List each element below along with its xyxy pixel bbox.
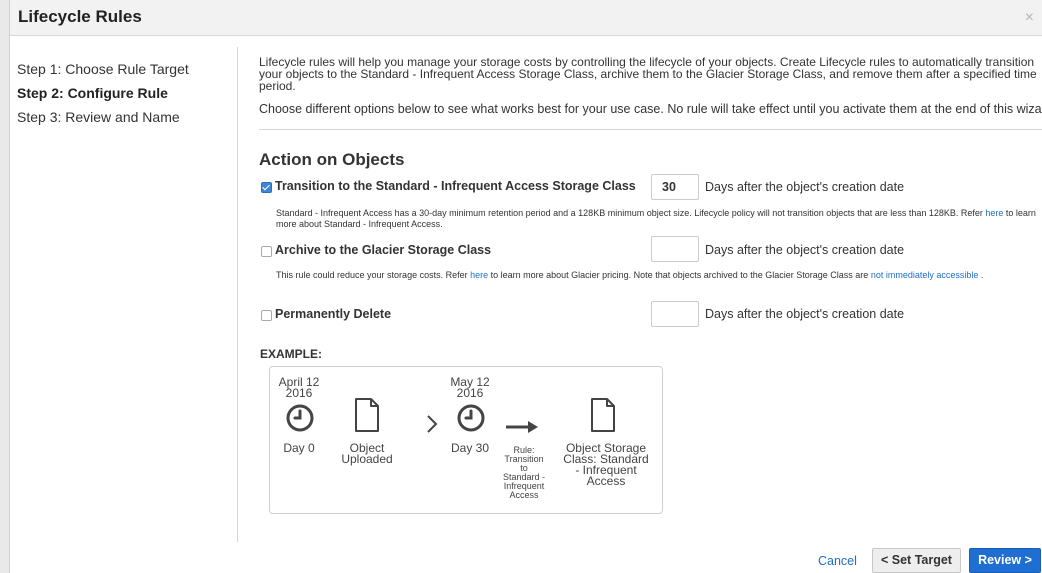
archive-note-mid: to learn more about Glacier pricing. Not… (488, 270, 871, 280)
transition-note-text: Standard - Infrequent Access has a 30-da… (276, 208, 986, 218)
backdrop-edge (0, 0, 10, 573)
day-0-label: Day 0 (283, 441, 315, 455)
archive-note-suffix: . (978, 270, 984, 280)
storage-line: Access (586, 474, 626, 488)
document-icon (355, 398, 379, 432)
intro-paragraph-2: Choose different options below to see wh… (259, 102, 1042, 116)
close-icon[interactable]: × (1025, 9, 1034, 27)
step-review-name[interactable]: Step 3: Review and Name (17, 105, 227, 129)
document-icon (591, 398, 615, 432)
step-choose-target[interactable]: Step 1: Choose Rule Target (17, 57, 227, 81)
end-date: May 12 2016 (441, 376, 499, 400)
archive-here-link[interactable]: here (470, 270, 488, 280)
intro-paragraph: Lifecycle rules will help you manage you… (259, 55, 1037, 93)
rule-label: Rule: Transition to Standard - Infrequen… (496, 446, 552, 500)
wizard-steps: Step 1: Choose Rule Target Step 2: Confi… (17, 57, 227, 129)
clock-icon (286, 404, 314, 432)
not-accessible-link[interactable]: not immediately accessible (871, 270, 979, 280)
transition-days-input[interactable] (651, 174, 699, 200)
object-uploaded-label: Object Uploaded (334, 442, 400, 466)
transition-note: Standard - Infrequent Access has a 30-da… (276, 208, 1041, 230)
archive-note-text: This rule could reduce your storage cost… (276, 270, 471, 280)
delete-checkbox[interactable] (261, 310, 272, 321)
arrow-right-icon (506, 421, 538, 433)
transition-label[interactable]: Transition to the Standard - Infrequent … (275, 179, 636, 193)
storage-class-label: Object Storage Class: Standard - Infrequ… (556, 442, 656, 488)
archive-days-input[interactable] (651, 236, 699, 262)
transition-checkbox[interactable] (261, 182, 272, 193)
delete-label[interactable]: Permanently Delete (275, 307, 391, 321)
delete-days-text: Days after the object's creation date (705, 307, 905, 321)
steps-divider (237, 47, 238, 542)
dialog-title: Lifecycle Rules (18, 7, 142, 26)
archive-note: This rule could reduce your storage cost… (276, 270, 1041, 281)
set-target-button[interactable]: < Set Target (872, 548, 961, 573)
delete-days-input[interactable] (651, 301, 699, 327)
section-divider (259, 129, 1042, 130)
intro-text: Lifecycle rules will help you manage you… (259, 55, 1042, 116)
end-date-line2: 2016 (456, 386, 484, 400)
object-uploaded-line2: Uploaded (341, 452, 393, 466)
example-diagram: April 12 2016 Day 0 Object Uploaded May … (269, 366, 663, 514)
section-title: Action on Objects (259, 150, 405, 169)
example-label: EXAMPLE: (260, 347, 323, 361)
start-date: April 12 2016 (272, 376, 326, 400)
dialog-header: Lifecycle Rules × (10, 0, 1042, 36)
transition-days-text: Days after the object's creation date (705, 180, 905, 194)
archive-days-text: Days after the object's creation date (705, 243, 905, 257)
transition-here-link[interactable]: here (985, 208, 1003, 218)
rule-line: Access (509, 490, 539, 500)
archive-checkbox[interactable] (261, 246, 272, 257)
step-configure-rule[interactable]: Step 2: Configure Rule (17, 81, 227, 105)
start-date-line2: 2016 (285, 386, 313, 400)
review-button[interactable]: Review > (969, 548, 1041, 573)
cancel-link[interactable]: Cancel (818, 554, 857, 568)
archive-label[interactable]: Archive to the Glacier Storage Class (275, 243, 491, 257)
chevron-right-icon (427, 415, 438, 433)
day-30-label: Day 30 (450, 441, 490, 455)
clock-icon (457, 404, 485, 432)
